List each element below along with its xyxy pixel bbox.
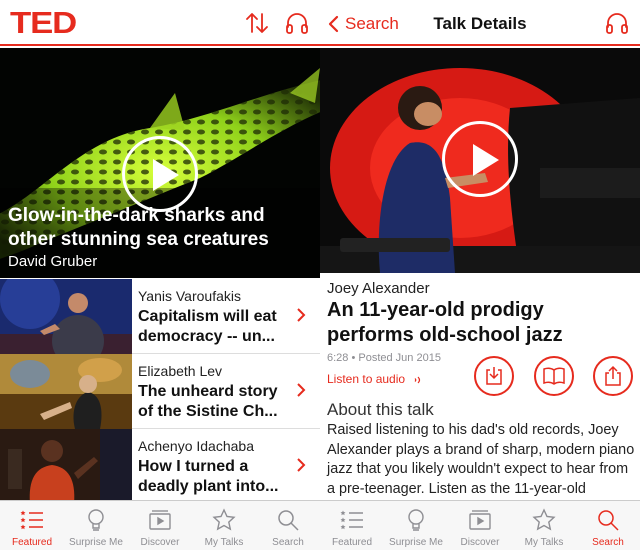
talk-row[interactable]: Achenyo Idachaba How I turned a deadly p… bbox=[0, 429, 320, 504]
discover-icon bbox=[469, 510, 491, 530]
tab-search[interactable]: Search bbox=[576, 501, 640, 550]
talk-title: How I turned a deadly plant into... bbox=[138, 458, 279, 495]
tab-label: Discover bbox=[140, 537, 180, 548]
tab-label: Featured bbox=[11, 537, 53, 548]
top-bar: Search Talk Details bbox=[320, 0, 640, 46]
tab-bar: Featured Surprise Me Discover My Talks S… bbox=[0, 500, 320, 550]
back-button[interactable]: Search bbox=[328, 11, 399, 37]
play-button[interactable] bbox=[122, 136, 198, 212]
chevron-right-icon bbox=[297, 458, 306, 472]
headphones-icon[interactable] bbox=[604, 10, 630, 36]
sort-icon[interactable] bbox=[244, 10, 270, 36]
back-label: Search bbox=[345, 14, 399, 33]
star-icon bbox=[212, 508, 236, 531]
featured-list-icon bbox=[20, 510, 43, 530]
talk-title: The unheard story of the Sistine Ch... bbox=[138, 383, 278, 420]
tab-label: Search bbox=[272, 537, 304, 548]
about-heading: About this talk bbox=[327, 400, 434, 419]
talk-list: Yanis Varoufakis Capitalism will eat dem… bbox=[0, 279, 320, 504]
tab-label: Search bbox=[592, 537, 624, 548]
tab-search[interactable]: Search bbox=[256, 501, 320, 550]
star-icon bbox=[532, 508, 556, 531]
tab-featured[interactable]: Featured bbox=[320, 501, 384, 550]
ted-logo: TED bbox=[10, 5, 77, 40]
tab-discover[interactable]: Discover bbox=[448, 501, 512, 550]
tab-my-talks[interactable]: My Talks bbox=[192, 501, 256, 550]
tab-surprise-me[interactable]: Surprise Me bbox=[384, 501, 448, 550]
talk-thumbnail bbox=[0, 279, 132, 354]
tab-surprise-me[interactable]: Surprise Me bbox=[64, 501, 128, 550]
play-button[interactable] bbox=[442, 121, 518, 197]
talk-speaker: Achenyo Idachaba bbox=[138, 438, 254, 454]
talk-title: An 11-year-old prodigy performs old-scho… bbox=[327, 299, 563, 346]
tab-label: My Talks bbox=[524, 537, 564, 548]
talk-details-screen: Search Talk Details Joey Alexander An 11… bbox=[320, 0, 640, 550]
video-player[interactable] bbox=[320, 48, 640, 273]
audio-wave-icon bbox=[414, 376, 421, 384]
talk-thumbnail bbox=[0, 354, 132, 429]
tab-label: Surprise Me bbox=[389, 537, 443, 548]
featured-title: Glow-in-the-dark sharks and other stunni… bbox=[8, 205, 269, 250]
tab-my-talks[interactable]: My Talks bbox=[512, 501, 576, 550]
tab-featured[interactable]: Featured bbox=[0, 501, 64, 550]
headphones-icon[interactable] bbox=[284, 10, 310, 36]
lightbulb-icon bbox=[88, 509, 104, 531]
book-icon bbox=[543, 367, 565, 385]
featured-speaker: David Gruber bbox=[8, 253, 98, 270]
talk-title: Capitalism will eat democracy -- un... bbox=[138, 308, 277, 345]
download-icon bbox=[486, 367, 502, 385]
talk-speaker: Yanis Varoufakis bbox=[138, 288, 241, 304]
chevron-right-icon bbox=[297, 308, 306, 322]
tab-discover[interactable]: Discover bbox=[128, 501, 192, 550]
talk-thumbnail bbox=[0, 429, 132, 504]
talk-speaker: Elizabeth Lev bbox=[138, 363, 223, 379]
discover-icon bbox=[149, 510, 171, 530]
featured-talk[interactable]: Glow-in-the-dark sharks and other stunni… bbox=[0, 48, 320, 278]
top-bar: TED bbox=[0, 0, 320, 46]
download-button[interactable] bbox=[474, 356, 514, 396]
listen-audio-link[interactable]: Listen to audio bbox=[327, 372, 423, 386]
talk-meta: 6:28 • Posted Jun 2015 bbox=[327, 352, 441, 364]
tab-label: Surprise Me bbox=[69, 537, 123, 548]
tab-bar: Featured Surprise Me Discover My Talks S… bbox=[320, 500, 640, 550]
read-button[interactable] bbox=[534, 356, 574, 396]
talk-row[interactable]: Elizabeth Lev The unheard story of the S… bbox=[0, 354, 320, 429]
share-icon bbox=[605, 365, 621, 386]
featured-screen: TED Glow-in-the-dark sharks and other st… bbox=[0, 0, 320, 550]
share-button[interactable] bbox=[593, 356, 633, 396]
search-icon bbox=[278, 510, 299, 531]
featured-list-icon bbox=[340, 510, 363, 530]
talk-speaker: Joey Alexander bbox=[327, 280, 430, 297]
tab-label: My Talks bbox=[204, 537, 244, 548]
talk-row[interactable]: Yanis Varoufakis Capitalism will eat dem… bbox=[0, 279, 320, 354]
listen-audio-label: Listen to audio bbox=[327, 372, 406, 386]
search-icon bbox=[598, 510, 619, 531]
lightbulb-icon bbox=[408, 509, 424, 531]
tab-label: Featured bbox=[331, 537, 373, 548]
chevron-left-icon bbox=[328, 15, 339, 33]
chevron-right-icon bbox=[297, 383, 306, 397]
tab-label: Discover bbox=[460, 537, 500, 548]
